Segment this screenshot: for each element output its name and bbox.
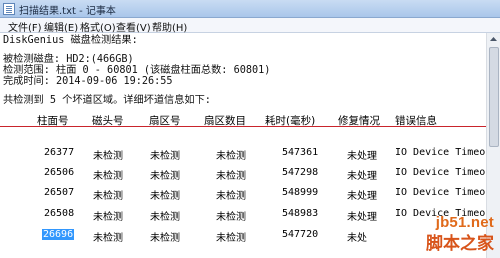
text-line-time: 完成时间: 2014-09-06 19:26:55 — [3, 76, 173, 87]
col-header-sector-count: 扇区数目 — [204, 115, 246, 127]
table-cell: 未检测 — [216, 191, 246, 202]
table-cell: 547298 — [282, 167, 319, 178]
table-cell: 26507 — [44, 187, 75, 198]
table-cell: 未检测 — [216, 151, 246, 162]
table-cell: 未检测 — [150, 171, 180, 182]
table-cell: 未检测 — [150, 212, 180, 223]
scrollbar-thumb[interactable] — [489, 47, 499, 147]
col-header-sector: 扇区号 — [149, 115, 181, 127]
table-cell: 未检测 — [216, 171, 246, 182]
table-cell: 未处理 — [347, 212, 377, 223]
table-cell: 未检测 — [93, 191, 123, 202]
table-cell: IO Device Timeout. — [395, 187, 500, 198]
table-cell: 未检测 — [93, 233, 123, 244]
menu-help[interactable]: 帮助(H) — [152, 19, 187, 34]
table-cell: 26506 — [44, 167, 75, 178]
table-cell: IO Device Timeout. — [395, 167, 500, 178]
col-header-error: 错误信息 — [395, 115, 437, 127]
table-cell: 未处理 — [347, 191, 377, 202]
table-cell: 未检测 — [150, 151, 180, 162]
table-cell: 未检测 — [150, 233, 180, 244]
text-line-title: DiskGenius 磁盘检测结果: — [3, 35, 138, 46]
site-watermark: jb51.net 脚本之家 — [426, 214, 494, 254]
menu-edit[interactable]: 编辑(E) — [44, 19, 78, 34]
table-cell: 548999 — [282, 187, 319, 198]
menu-view[interactable]: 查看(V) — [116, 19, 151, 34]
table-cell: 547361 — [282, 147, 319, 158]
table-cell: 未处 — [347, 233, 367, 244]
title-bar[interactable]: 扫描结果.txt - 记事本 — [0, 0, 500, 18]
notepad-icon — [3, 3, 15, 15]
table-cell: 26377 — [44, 147, 75, 158]
watermark-name: 脚本之家 — [426, 234, 494, 254]
text-line-summary: 共检测到 5 个坏道区域。详细坏道信息如下: — [3, 95, 211, 106]
table-cell: IO Device Timeout. — [395, 147, 500, 158]
col-header-cylinder: 柱面号 — [37, 115, 69, 127]
col-header-elapsed: 耗时(毫秒) — [265, 115, 316, 127]
table-cell: 未检测 — [93, 212, 123, 223]
table-cell: 未处理 — [347, 151, 377, 162]
col-header-repair: 修复情况 — [338, 115, 380, 127]
menu-file[interactable]: 文件(F) — [8, 19, 42, 34]
window-title: 扫描结果.txt - 记事本 — [19, 6, 116, 17]
menu-bar: 文件(F) 编辑(E) 格式(O) 查看(V) 帮助(H) — [0, 18, 500, 34]
scroll-up-icon[interactable] — [489, 35, 498, 44]
menu-format[interactable]: 格式(O) — [80, 19, 116, 34]
table-cell: 548983 — [282, 208, 319, 219]
table-cell: 未检测 — [216, 212, 246, 223]
table-cell: 547720 — [282, 229, 319, 240]
table-cell: 26508 — [44, 208, 75, 219]
selected-text[interactable]: 26696 — [42, 229, 75, 240]
table-cell: 未检测 — [93, 171, 123, 182]
table-cell: 未检测 — [93, 151, 123, 162]
table-cell: 未处理 — [347, 171, 377, 182]
text-editor[interactable]: DiskGenius 磁盘检测结果: 被检测磁盘: HD2:(466GB) 检测… — [0, 33, 500, 258]
table-cell: 未检测 — [150, 191, 180, 202]
table-cell: 未检测 — [216, 233, 246, 244]
col-header-head: 磁头号 — [92, 115, 124, 127]
